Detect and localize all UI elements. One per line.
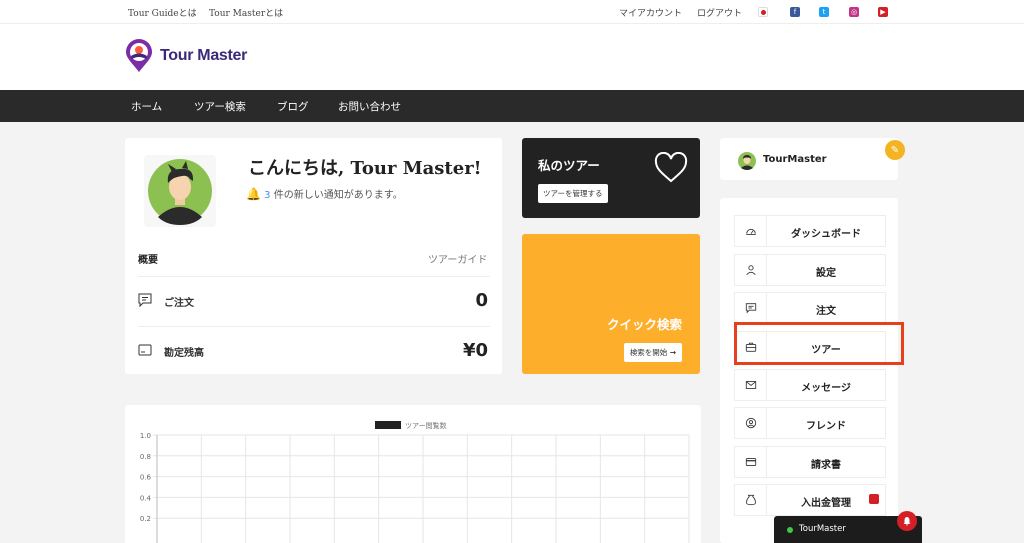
brand-name[interactable]: Tour Master	[160, 47, 247, 65]
menu-item-label: 注文	[816, 306, 836, 317]
speedometer-icon	[735, 216, 767, 246]
profile-name: TourMaster	[763, 154, 827, 165]
alert-badge	[869, 494, 879, 504]
menu-item[interactable]: 請求書	[734, 446, 886, 478]
youtube-icon[interactable]: ▶	[878, 7, 888, 17]
menu-item-label: フレンド	[806, 421, 846, 432]
bell-icon[interactable]: 🔔	[246, 187, 261, 201]
menu-item[interactable]: 入出金管理	[734, 484, 886, 516]
y-tick-label: 1.0	[140, 432, 151, 440]
manage-tour-button[interactable]: ツアーを管理する	[538, 184, 608, 203]
edit-pencil-icon[interactable]: ✎	[885, 140, 905, 160]
greeting-title: こんにちは, Tour Master!	[248, 158, 482, 179]
link-logout[interactable]: ログアウト	[697, 6, 742, 19]
envelope-icon	[735, 370, 767, 400]
credit-card-icon	[735, 447, 767, 477]
profile-box: TourMaster	[720, 138, 898, 180]
menu-item[interactable]: ダッシュボード	[734, 215, 886, 247]
y-tick-label: 0.8	[140, 453, 151, 461]
heart-icon	[654, 152, 688, 183]
menu-item[interactable]: フレンド	[734, 407, 886, 439]
legend-label: ツアー閲覧数	[405, 421, 447, 430]
summary-heading: 概要	[138, 255, 158, 266]
avatar-small	[738, 152, 756, 170]
message-icon	[138, 293, 152, 307]
menu-item-label: ダッシュボード	[791, 229, 861, 240]
y-tick-label: 0.6	[140, 474, 152, 482]
quick-search-title: クイック検索	[606, 317, 682, 332]
money-bag-icon	[735, 485, 767, 515]
menu-item[interactable]: 注文	[734, 292, 886, 324]
orders-value: 0	[475, 290, 488, 311]
link-tour-master[interactable]: Tour Masterとは	[209, 6, 283, 19]
arrow-right-icon: →	[669, 348, 676, 357]
instagram-icon[interactable]: ◎	[849, 7, 859, 17]
logo-icon[interactable]	[124, 39, 154, 73]
divider	[138, 276, 490, 277]
nav-home[interactable]: ホーム	[131, 99, 162, 114]
menu-item-label: メッセージ	[801, 383, 851, 394]
chart-card: ツアー閲覧数 1.0 0.8 0.6 0.4 0.2	[125, 405, 701, 543]
menu-item-label: 設定	[816, 268, 836, 279]
orders-label: ご注文	[164, 298, 194, 309]
twitter-icon[interactable]: t	[819, 7, 829, 17]
y-tick-label: 0.4	[140, 494, 152, 502]
quick-search-card: クイック検索 検索を開始 →	[522, 234, 700, 374]
online-status-dot	[787, 527, 793, 533]
y-tick-label: 0.2	[140, 515, 151, 523]
link-tour-guide[interactable]: Tour Guideとは	[128, 6, 197, 19]
my-tour-title: 私のツアー	[538, 158, 600, 173]
notification-bell-icon[interactable]	[897, 511, 917, 531]
avatar	[144, 155, 216, 227]
balance-label: 勘定残高	[164, 348, 204, 359]
start-search-button[interactable]: 検索を開始 →	[623, 343, 682, 362]
facebook-icon[interactable]: f	[790, 7, 800, 17]
main-nav: ホーム ツアー検索 ブログ お問い合わせ	[0, 90, 1024, 122]
wallet-icon	[138, 344, 152, 356]
nav-contact[interactable]: お問い合わせ	[338, 99, 401, 114]
nav-blog[interactable]: ブログ	[277, 99, 309, 114]
role-label: ツアーガイド	[428, 255, 488, 266]
my-tour-card: 私のツアー ツアーを管理する	[522, 138, 700, 218]
site-header: Tour Master	[0, 24, 1024, 90]
balance-value: ¥0	[462, 340, 488, 361]
link-my-account[interactable]: マイアカウント	[619, 6, 682, 19]
tour-views-chart: ツアー閲覧数 1.0 0.8 0.6 0.4 0.2	[140, 421, 690, 543]
start-search-label: 検索を開始	[629, 348, 668, 357]
chat-user-name: TourMaster	[799, 524, 846, 534]
menu-item[interactable]: 設定	[734, 254, 886, 286]
legend-swatch	[375, 421, 401, 429]
avatar-image	[148, 159, 212, 225]
menu-item[interactable]: メッセージ	[734, 369, 886, 401]
menu-item-label: 請求書	[811, 460, 841, 471]
user-icon	[735, 255, 767, 285]
notification-line: 🔔 3 件の新しい通知があります。	[246, 186, 403, 201]
japan-flag-icon[interactable]	[758, 7, 768, 17]
divider	[138, 326, 490, 327]
highlight-box	[734, 322, 904, 365]
nav-tour-search[interactable]: ツアー検索	[194, 99, 246, 114]
menu-item-label: 入出金管理	[801, 498, 851, 509]
message-icon	[735, 293, 767, 323]
top-bar: Tour Guideとは Tour Masterとは マイアカウント ログアウト…	[0, 0, 1024, 24]
notification-text: 件の新しい通知があります。	[270, 190, 403, 201]
user-circle-icon	[735, 408, 767, 438]
